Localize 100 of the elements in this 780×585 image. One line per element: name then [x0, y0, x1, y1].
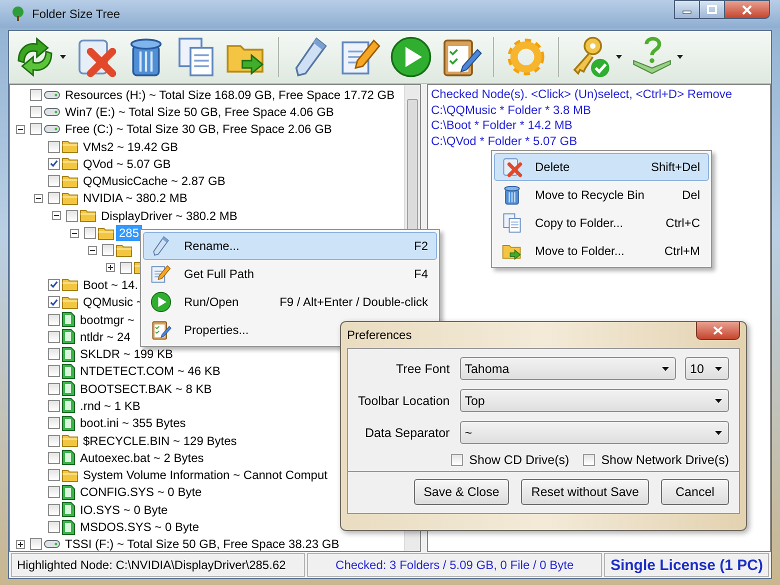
- expand-icon[interactable]: [106, 263, 115, 272]
- file-icon: [62, 312, 75, 327]
- file-icon: [62, 416, 75, 431]
- file-icon: [62, 364, 75, 379]
- checkbox[interactable]: [48, 278, 60, 291]
- folder-icon: [62, 434, 78, 448]
- tree-item-label[interactable]: Win7 (E:) ~ Total Size 50 GB, Free Space 4.06 GB: [62, 104, 337, 120]
- tree-item-label[interactable]: QVod ~ 5.07 GB: [80, 156, 174, 172]
- caret-icon[interactable]: [677, 55, 683, 59]
- tree-item-label[interactable]: NTDETECT.COM ~ 46 KB: [77, 363, 224, 380]
- checkbox[interactable]: [48, 417, 60, 430]
- checkbox[interactable]: [48, 486, 60, 498]
- checkbox[interactable]: [66, 210, 78, 222]
- clipboard-icon: [150, 319, 172, 341]
- checkbox[interactable]: [48, 296, 60, 308]
- folder-icon: [62, 174, 78, 188]
- folder-icon: [62, 157, 78, 170]
- checkbox[interactable]: [48, 504, 60, 516]
- checkbox[interactable]: [48, 434, 60, 447]
- tree-item-label[interactable]: ntldr ~ 24: [77, 328, 134, 345]
- dropdown[interactable]: Tahoma: [460, 357, 676, 380]
- caret-icon[interactable]: [616, 55, 622, 59]
- close-button[interactable]: [696, 322, 740, 340]
- checkbox[interactable]: [30, 88, 42, 101]
- close-button[interactable]: [724, 0, 770, 19]
- collapse-icon[interactable]: [88, 246, 97, 255]
- dialog-title: Preferences: [347, 328, 412, 342]
- caret-icon[interactable]: [60, 55, 66, 59]
- dropdown[interactable]: ~: [460, 421, 729, 444]
- checkbox[interactable]: [48, 192, 60, 204]
- checkbox[interactable]: [84, 227, 96, 240]
- tree-item-label[interactable]: SKLDR ~ 199 KB: [77, 346, 176, 362]
- size-dropdown[interactable]: 10: [685, 357, 729, 380]
- folder-icon: [62, 140, 78, 154]
- checkbox[interactable]: [48, 348, 60, 360]
- checkbox[interactable]: [583, 454, 596, 466]
- tree-item-label[interactable]: bootmgr ~: [77, 312, 138, 328]
- tree-item-label[interactable]: QQMusicCache ~ 2.87 GB: [80, 173, 228, 190]
- file-icon: [62, 346, 75, 362]
- dialog-button[interactable]: Cancel: [661, 479, 729, 505]
- checkbox[interactable]: [30, 106, 42, 118]
- checkbox[interactable]: [48, 469, 60, 482]
- tree-item-label[interactable]: Autoexec.bat ~ 2 Bytes: [77, 450, 207, 466]
- tree-item-label[interactable]: Resources (H:) ~ Total Size 168.09 GB, Free Space 17.72 GB: [62, 86, 398, 103]
- checkbox[interactable]: [48, 452, 60, 464]
- caret-icon: [662, 366, 669, 370]
- dropdown[interactable]: Top: [460, 389, 729, 412]
- menu-item[interactable]: Move to Recycle Bin Del: [494, 181, 709, 209]
- minimize-button[interactable]: [674, 0, 700, 19]
- file-icon: [62, 381, 75, 396]
- play-icon: [150, 291, 172, 313]
- tree-item-label[interactable]: MSDOS.SYS ~ 0 Byte: [77, 519, 202, 536]
- menu-item[interactable]: Get Full Path F4: [143, 260, 437, 288]
- file-icon: [62, 502, 75, 518]
- collapse-icon[interactable]: [70, 228, 79, 238]
- dialog-button[interactable]: Reset without Save: [521, 479, 649, 505]
- checked-node-line: C:\QVod * Folder * 5.07 GB: [431, 134, 578, 149]
- collapse-icon[interactable]: [16, 124, 25, 134]
- collapse-icon[interactable]: [34, 194, 43, 203]
- menu-item[interactable]: Rename... F2: [143, 232, 437, 260]
- tree-item-label[interactable]: IO.SYS ~ 0 Byte: [77, 502, 171, 518]
- file-icon: [62, 329, 75, 344]
- menu-item[interactable]: Move to Folder... Ctrl+M: [494, 237, 709, 265]
- tree-item-label[interactable]: BOOTSECT.BAK ~ 8 KB: [77, 380, 215, 397]
- tree-item-label[interactable]: DisplayDriver ~ 380.2 MB: [98, 208, 240, 224]
- tree-item-label[interactable]: VMs2 ~ 19.42 GB: [80, 138, 182, 155]
- checkbox[interactable]: [48, 175, 60, 188]
- checkbox[interactable]: [48, 314, 60, 326]
- expand-icon[interactable]: [16, 540, 25, 549]
- menu-item[interactable]: Copy to Folder... Ctrl+C: [494, 209, 709, 237]
- maximize-button[interactable]: [699, 0, 725, 19]
- menu-item[interactable]: Run/Open F9 / Alt+Enter / Double-click: [143, 288, 437, 316]
- checkbox[interactable]: [48, 140, 60, 153]
- folder-icon: [62, 296, 78, 309]
- checkbox[interactable]: [48, 382, 60, 395]
- checkbox[interactable]: [48, 365, 60, 378]
- tree-item-label[interactable]: System Volume Information ~ Cannot Comput: [80, 467, 330, 484]
- play-icon[interactable]: [389, 35, 433, 79]
- checkbox[interactable]: [48, 521, 60, 534]
- checkbox[interactable]: [102, 244, 114, 256]
- tree-item-label[interactable]: Boot ~ 14.: [80, 276, 142, 293]
- tree-item-label[interactable]: NVIDIA ~ 380.2 MB: [80, 190, 190, 206]
- dialog-button[interactable]: Save & Close: [414, 479, 510, 505]
- caret-icon: [715, 430, 722, 434]
- drive-icon: [44, 106, 60, 117]
- checkbox[interactable]: [48, 158, 60, 170]
- tree-item-label[interactable]: TSSI (F:) ~ Total Size 50 GB, Free Space 38.23 GB: [62, 536, 342, 551]
- checkbox[interactable]: [120, 262, 132, 274]
- checkbox[interactable]: [48, 330, 60, 343]
- checkbox[interactable]: [30, 538, 42, 550]
- tree-item-label[interactable]: CONFIG.SYS ~ 0 Byte: [77, 484, 205, 500]
- collapse-icon[interactable]: [52, 211, 61, 220]
- checkbox[interactable]: [451, 454, 464, 466]
- tree-item-label[interactable]: Free (C:) ~ Total Size 30 GB, Free Space 2.06 GB: [62, 121, 335, 138]
- tree-item-label[interactable]: boot.ini ~ 355 Bytes: [77, 415, 189, 432]
- menu-item[interactable]: Delete Shift+Del: [494, 153, 709, 181]
- tree-item-label[interactable]: $RECYCLE.BIN ~ 129 Bytes: [80, 432, 240, 449]
- tree-item-label[interactable]: .rnd ~ 1 KB: [77, 398, 144, 414]
- checkbox[interactable]: [48, 400, 60, 412]
- checkbox[interactable]: [30, 123, 42, 136]
